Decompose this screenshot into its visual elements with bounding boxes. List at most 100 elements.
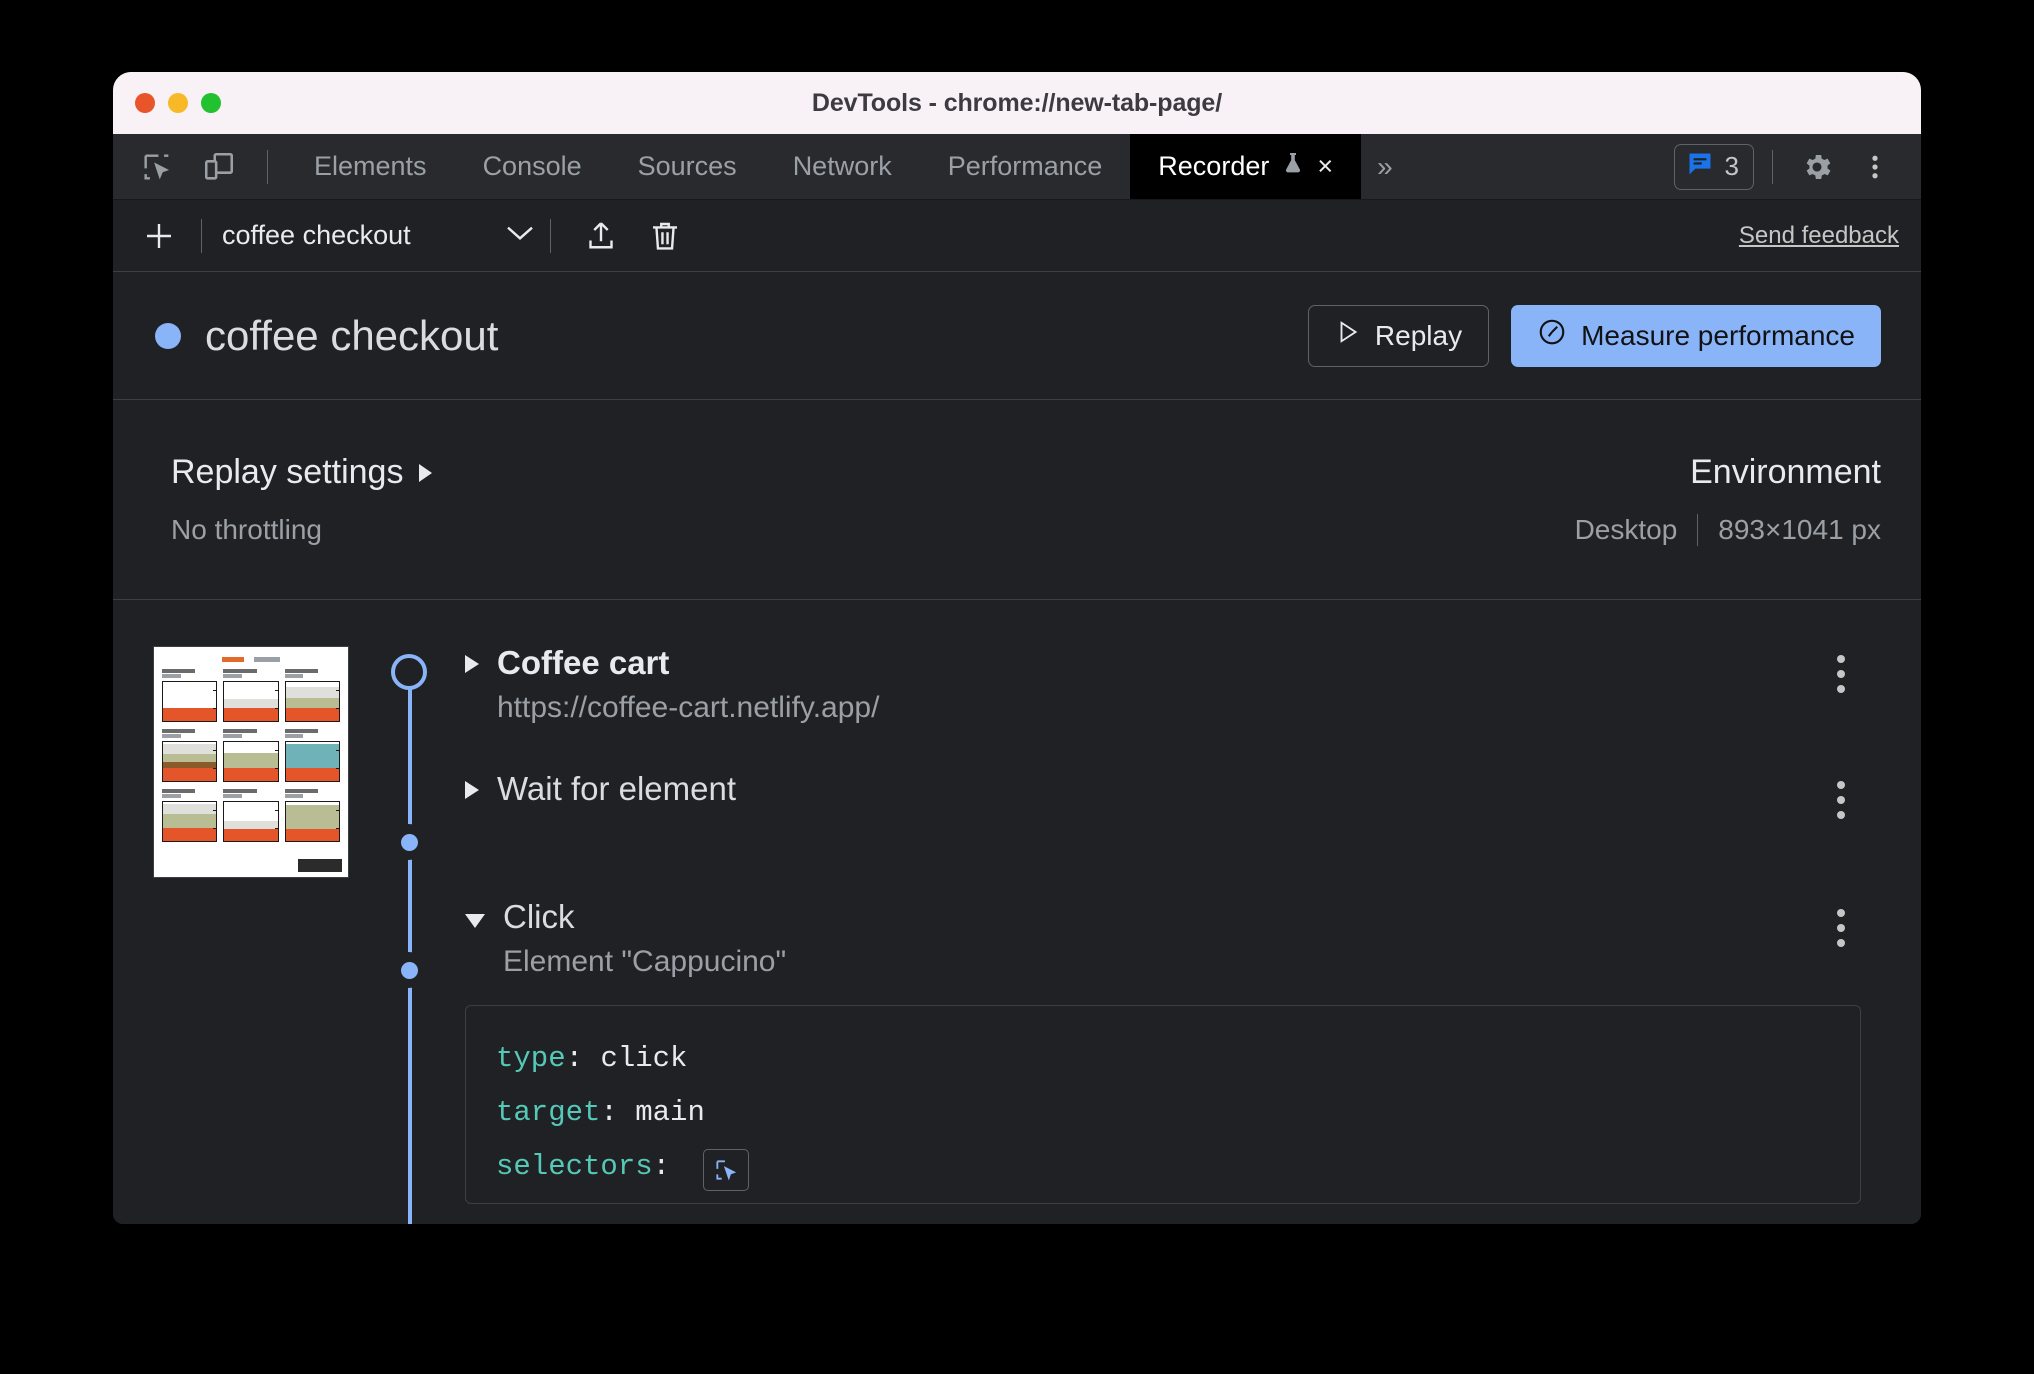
measure-performance-label: Measure performance	[1581, 319, 1855, 351]
recording-title-group: coffee checkout	[155, 312, 498, 360]
replay-settings-toggle[interactable]: Replay settings	[171, 453, 433, 492]
thumbnail-cup	[223, 789, 279, 842]
devtools-tabbar-actions: 3	[1673, 134, 1921, 199]
step-title: Wait for element	[497, 770, 737, 807]
zoom-window-button[interactable]	[201, 93, 221, 113]
thumbnail-cup	[223, 669, 279, 722]
code-key: selectors	[496, 1149, 653, 1183]
tab-network[interactable]: Network	[765, 134, 920, 199]
experiment-flask-icon	[1281, 150, 1305, 183]
console-messages-button[interactable]: 3	[1673, 143, 1754, 190]
screen: DevTools - chrome://new-tab-page/ Elemen…	[0, 0, 2034, 1374]
code-line-target: target: main	[496, 1095, 705, 1129]
thumbnail-cup	[284, 789, 340, 842]
more-tabs-icon[interactable]: »	[1361, 134, 1409, 199]
window-controls[interactable]	[135, 93, 221, 113]
device-toolbar-icon[interactable]	[193, 141, 245, 193]
environment-device: Desktop	[1574, 514, 1678, 545]
measure-performance-button[interactable]: Measure performance	[1511, 304, 1881, 367]
export-icon[interactable]	[573, 208, 629, 264]
actions-divider	[1772, 149, 1773, 184]
code-key: target	[496, 1095, 601, 1129]
timeline-line	[408, 672, 412, 1224]
devtools-tabs: Elements Console Sources Network Perform…	[286, 134, 1409, 199]
play-icon	[1335, 319, 1361, 352]
message-icon	[1685, 150, 1715, 183]
tab-sources[interactable]: Sources	[610, 134, 765, 199]
steps-timeline	[391, 642, 427, 1224]
tab-label: Elements	[314, 151, 427, 181]
page-screenshot-thumbnail[interactable]	[153, 646, 349, 878]
environment-viewport: 893×1041 px	[1718, 514, 1881, 545]
step-subtitle: https://coffee-cart.netlify.app/	[497, 691, 880, 725]
tab-performance[interactable]: Performance	[920, 134, 1131, 199]
tab-label: Performance	[947, 151, 1103, 181]
minimize-window-button[interactable]	[168, 93, 188, 113]
throttling-value: No throttling	[171, 514, 322, 545]
thumbnail-cup	[284, 669, 340, 722]
settings-gear-icon[interactable]	[1791, 141, 1843, 193]
environment-label: Environment	[1690, 453, 1881, 491]
code-value: click	[600, 1042, 688, 1076]
code-line-selectors: selectors:	[496, 1140, 1830, 1194]
more-options-icon[interactable]	[1849, 141, 1901, 193]
replay-button-label: Replay	[1374, 319, 1463, 351]
environment-divider	[1697, 514, 1699, 546]
window-title: DevTools - chrome://new-tab-page/	[811, 88, 1223, 117]
chevron-right-icon[interactable]	[465, 655, 479, 673]
replay-settings-section: Replay settings No throttling Environmen…	[113, 400, 1921, 600]
recording-status-dot	[155, 322, 181, 349]
toolbar-divider	[201, 218, 202, 253]
tab-label: Network	[792, 151, 892, 181]
thumbnail-cup	[162, 789, 218, 842]
send-feedback-link[interactable]: Send feedback	[1739, 222, 1899, 250]
toolbar-divider	[267, 149, 268, 184]
inspect-element-icon[interactable]	[131, 141, 183, 193]
thumbnail-nav	[162, 657, 340, 662]
devtools-tool-icons	[113, 134, 280, 199]
chevron-down-icon	[504, 223, 536, 248]
replay-button[interactable]: Replay	[1307, 304, 1490, 367]
close-window-button[interactable]	[135, 93, 155, 113]
tab-console[interactable]: Console	[455, 134, 610, 199]
thumbnail-badge	[298, 859, 342, 872]
code-value: main	[635, 1095, 705, 1129]
thumbnail-cup	[284, 729, 340, 782]
tab-label: Recorder	[1158, 151, 1270, 181]
recording-select-value: coffee checkout	[222, 220, 411, 250]
step-wait-for-element[interactable]: Wait for element	[465, 768, 1881, 896]
step-more-options-icon[interactable]	[1819, 648, 1863, 700]
delete-icon[interactable]	[637, 208, 693, 264]
step-navigate[interactable]: Coffee cart https://coffee-cart.netlify.…	[465, 642, 1881, 768]
thumbnail-cup	[223, 729, 279, 782]
create-recording-button[interactable]	[131, 208, 187, 264]
steps-column: Coffee cart https://coffee-cart.netlify.…	[353, 642, 1881, 1224]
timeline-node	[391, 824, 427, 860]
tab-recorder[interactable]: Recorder ×	[1130, 134, 1362, 199]
recording-header: coffee checkout Replay Measure performan…	[113, 272, 1921, 400]
tab-elements[interactable]: Elements	[286, 134, 455, 199]
performance-gauge-icon	[1537, 317, 1567, 354]
environment-values: Desktop 893×1041 px	[1575, 514, 1881, 546]
step-more-options-icon[interactable]	[1819, 774, 1863, 826]
timeline-node-start	[391, 654, 427, 690]
tab-label: Sources	[637, 151, 737, 181]
chevron-right-icon	[419, 463, 433, 482]
replay-settings-label: Replay settings	[171, 453, 404, 491]
step-more-options-icon[interactable]	[1819, 902, 1863, 954]
step-title: Click	[503, 898, 575, 935]
code-key: type	[496, 1042, 566, 1076]
step-details-code: type: click target: main selectors:	[465, 1005, 1861, 1205]
chevron-right-icon[interactable]	[465, 781, 479, 799]
thumbnail-coffee-grid	[162, 669, 340, 842]
recording-select[interactable]: coffee checkout	[216, 220, 536, 251]
chevron-down-icon[interactable]	[465, 914, 485, 928]
devtools-tabbar: Elements Console Sources Network Perform…	[113, 134, 1921, 200]
steps-list: Coffee cart https://coffee-cart.netlify.…	[427, 642, 1881, 1224]
close-icon[interactable]: ×	[1317, 153, 1333, 180]
timeline-node	[391, 952, 427, 988]
select-element-icon[interactable]	[703, 1148, 750, 1191]
replay-settings-group: Replay settings No throttling	[171, 453, 433, 546]
step-click[interactable]: Click Element "Cappucino" type: click ta…	[465, 896, 1881, 1205]
message-count: 3	[1724, 151, 1739, 181]
